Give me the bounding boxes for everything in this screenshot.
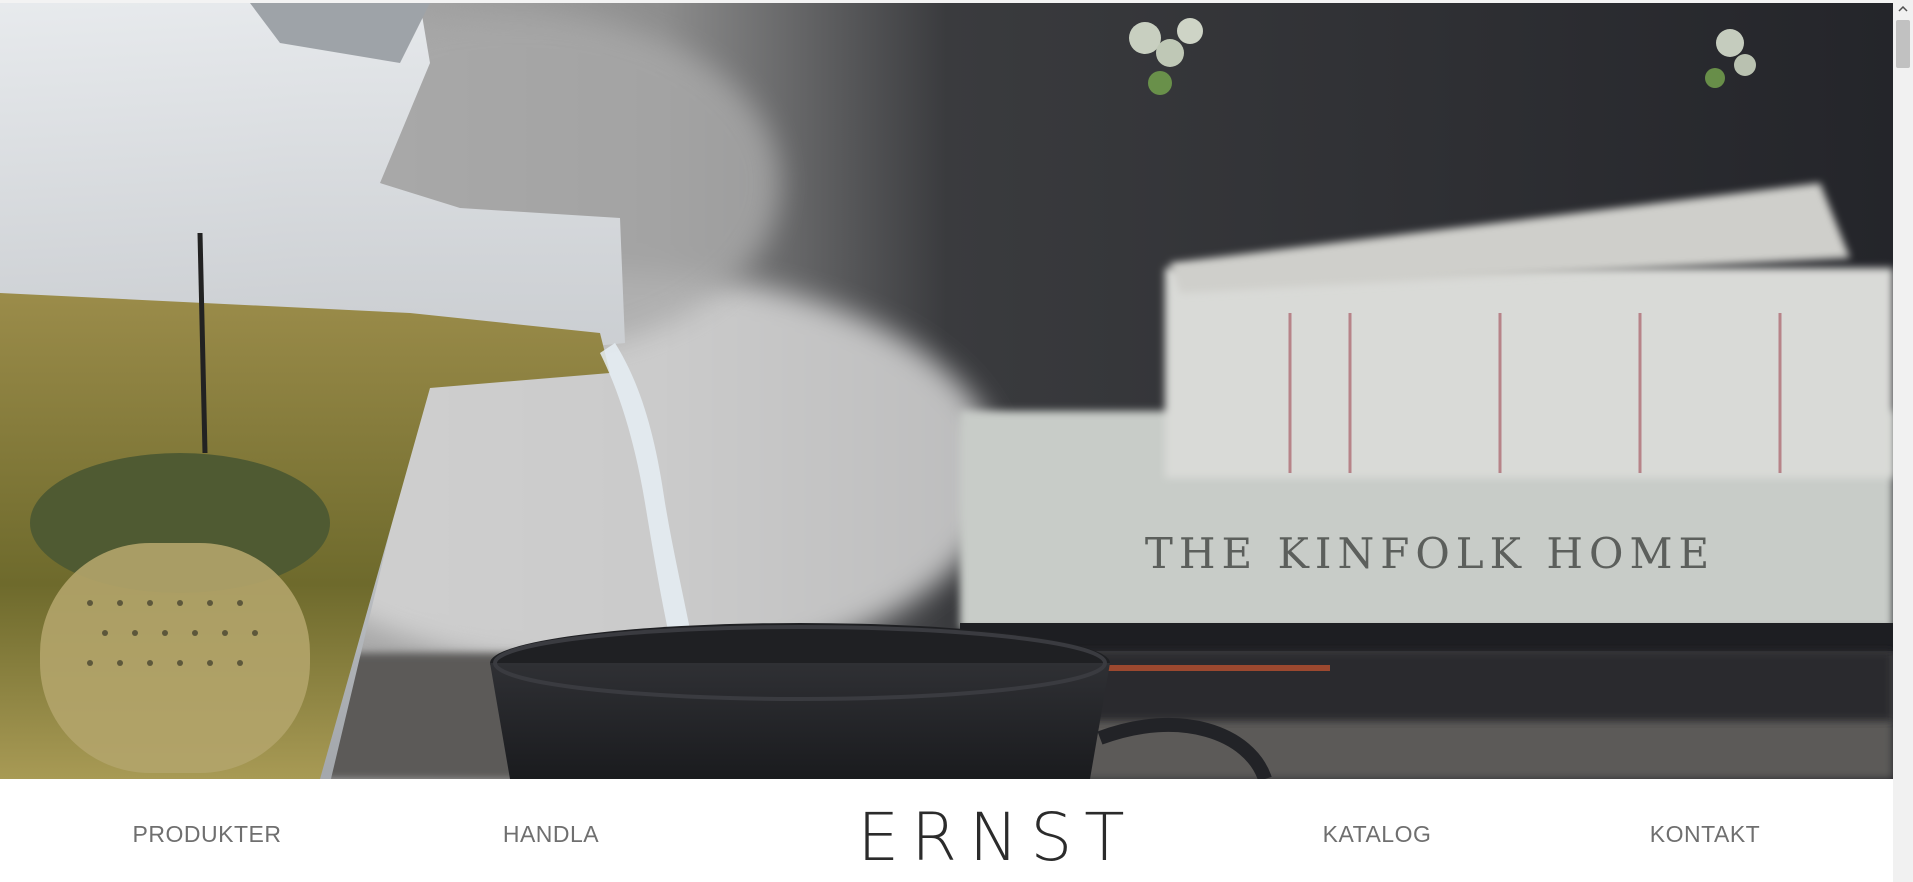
nav-link-produkter[interactable]: PRODUKTER	[133, 821, 282, 848]
main-navigation: PRODUKTER HANDLA ERNST KATALOG KONTAKT	[0, 779, 1893, 882]
scrollbar-thumb[interactable]	[1896, 20, 1910, 68]
brand-logo[interactable]: ERNST	[857, 799, 1136, 876]
chevron-up-icon[interactable]	[1893, 0, 1913, 17]
nav-link-handla[interactable]: HANDLA	[503, 821, 599, 848]
vertical-scrollbar[interactable]	[1893, 0, 1913, 882]
nav-link-kontakt[interactable]: KONTAKT	[1650, 821, 1760, 848]
nav-link-katalog[interactable]: KATALOG	[1323, 821, 1432, 848]
hero-image: THE KINFOLK HOME	[0, 3, 1893, 779]
book-spine-text: THE KINFOLK HOME	[1145, 529, 1715, 578]
hero-video-banner: THE KINFOLK HOME	[0, 3, 1893, 779]
